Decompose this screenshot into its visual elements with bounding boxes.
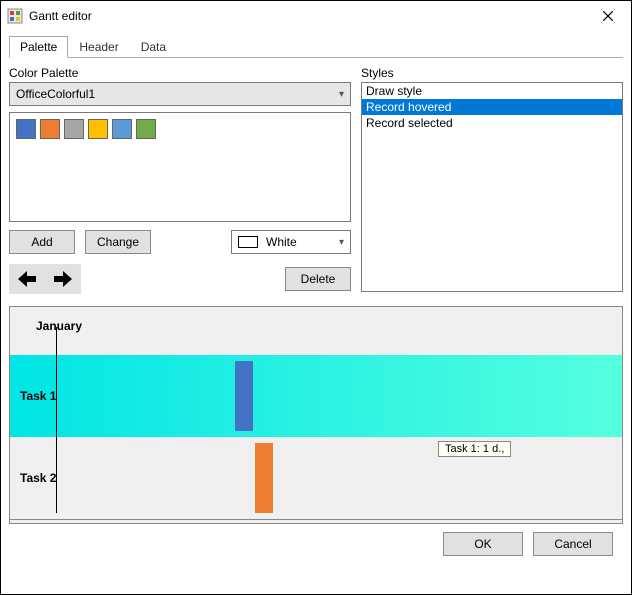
task-label: Task 2 xyxy=(20,471,56,485)
row-separator xyxy=(10,519,622,520)
palette-combo-value: OfficeColorful1 xyxy=(16,87,95,101)
arrow-right-icon xyxy=(54,271,72,287)
palette-combo[interactable]: OfficeColorful1 ▾ xyxy=(9,82,351,106)
window-title: Gantt editor xyxy=(29,9,585,23)
swatch[interactable] xyxy=(136,119,156,139)
swatch[interactable] xyxy=(40,119,60,139)
time-marker xyxy=(56,327,57,513)
color-select-value: White xyxy=(266,235,297,249)
tab-header[interactable]: Header xyxy=(68,36,129,57)
list-item[interactable]: Record hovered xyxy=(362,99,622,115)
gantt-preview: January Task 1 Task 2 Task 1: 1 d., xyxy=(9,306,623,524)
prev-button[interactable] xyxy=(9,264,45,294)
color-select[interactable]: White ▾ xyxy=(231,230,351,254)
swatch-list xyxy=(9,112,351,222)
tabs: Palette Header Data xyxy=(9,36,623,58)
month-label: January xyxy=(36,319,82,333)
delete-button[interactable]: Delete xyxy=(285,267,351,291)
titlebar: Gantt editor xyxy=(1,1,631,31)
ok-button[interactable]: OK xyxy=(443,532,523,556)
color-preview xyxy=(238,236,258,248)
chevron-down-icon: ▾ xyxy=(339,89,344,100)
styles-listbox[interactable]: Draw style Record hovered Record selecte… xyxy=(361,82,623,292)
cancel-button[interactable]: Cancel xyxy=(533,532,613,556)
list-item[interactable]: Record selected xyxy=(362,115,622,131)
next-button[interactable] xyxy=(45,264,81,294)
gantt-bar[interactable] xyxy=(255,443,273,513)
tab-data[interactable]: Data xyxy=(130,36,177,57)
swatch[interactable] xyxy=(112,119,132,139)
gantt-row xyxy=(10,437,622,519)
app-icon xyxy=(7,8,23,24)
color-palette-label: Color Palette xyxy=(9,66,351,80)
task-label: Task 1 xyxy=(20,389,56,403)
gantt-row-hovered xyxy=(10,355,622,437)
swatch[interactable] xyxy=(88,119,108,139)
swatch[interactable] xyxy=(16,119,36,139)
list-item[interactable]: Draw style xyxy=(362,83,622,99)
close-button[interactable] xyxy=(585,1,631,31)
arrow-left-icon xyxy=(18,271,36,287)
styles-label: Styles xyxy=(361,66,623,80)
add-button[interactable]: Add xyxy=(9,230,75,254)
dialog-footer: OK Cancel xyxy=(9,524,623,564)
change-button[interactable]: Change xyxy=(85,230,151,254)
tab-palette[interactable]: Palette xyxy=(9,36,68,58)
tooltip: Task 1: 1 d., xyxy=(438,441,511,457)
chevron-down-icon: ▾ xyxy=(339,237,344,248)
swatch[interactable] xyxy=(64,119,84,139)
gantt-bar[interactable] xyxy=(235,361,253,431)
